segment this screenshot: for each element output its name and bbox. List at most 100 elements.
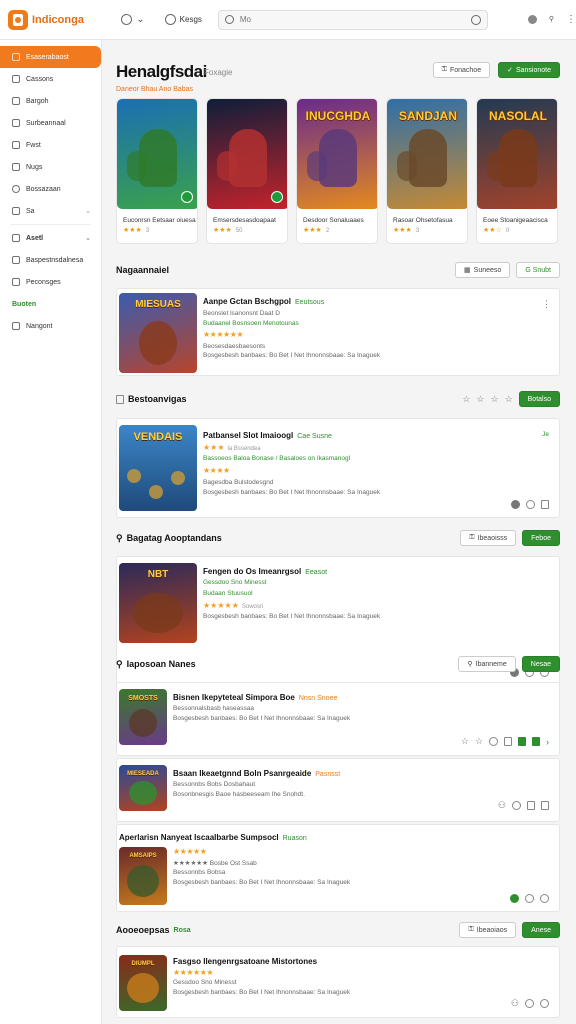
item-badge: Je <box>542 431 549 438</box>
list-item[interactable]: SMOSTS Bisnen Ikepyteteal Simpora Boe Nns… <box>116 682 560 756</box>
settings-icon <box>12 207 20 215</box>
settings-icon[interactable] <box>526 500 535 509</box>
featured-game-card[interactable]: Euconrsn Eetsaar oiuesa ★★★ 3 <box>116 98 198 244</box>
star-icon[interactable]: ☆ <box>462 394 470 405</box>
list-item[interactable]: VENDAIS Patbansel Slot Imaioogl Cae Susne… <box>116 418 560 518</box>
sidebar-item-label: Nugs <box>26 163 43 171</box>
sidebar-item-11[interactable]: Peconsges <box>0 271 101 293</box>
button-label: Ibeaoiaos <box>476 926 508 934</box>
primary-action-label: Sansionote <box>515 66 551 74</box>
item-actions <box>510 894 549 903</box>
item-title: Aanpe Gctan Bschgpol Eeutsous <box>203 297 325 306</box>
nav-search-dropdown[interactable]: ⌄ <box>121 14 145 25</box>
item-description: Bosonbnesgis Baoe hasbeeseam Ihe Snohdt. <box>173 791 305 798</box>
toggle-icon[interactable] <box>510 894 519 903</box>
sidebar-item-9[interactable]: Asetl ⌄ <box>0 227 101 249</box>
sidebar-item-home[interactable]: Esaserabaost <box>0 46 101 68</box>
sidebar-item-10[interactable]: Baspestnsdalnesa <box>0 249 101 271</box>
item-tag: Ruason <box>282 835 307 842</box>
section-filter-button[interactable]: ⚿ Ibeaoiaos <box>459 922 517 938</box>
sidebar-item-6[interactable]: Nugs <box>0 156 101 178</box>
star-icon[interactable]: ☆ <box>461 736 469 747</box>
sidebar-item-13[interactable]: Nangont <box>0 315 101 337</box>
game-thumbnail: MIESUAS <box>119 293 197 373</box>
gamepad-icon[interactable]: ⚇ <box>498 800 506 811</box>
card-rating: ★★★ 2 <box>303 227 330 234</box>
sidebar-item-2[interactable]: Cassons <box>0 68 101 90</box>
section-title: Bestoanvigas <box>116 394 187 404</box>
item-description: Bosgesbesh banbaes: Bo Bet I Net Ihnonns… <box>173 989 351 996</box>
star-icon[interactable]: ☆ <box>505 394 513 405</box>
search-bar[interactable] <box>217 9 488 30</box>
item-actions: ☆ ☆ › <box>461 736 549 747</box>
section-filter-button[interactable]: ⚲ Ibanneme <box>458 656 516 672</box>
copy-icon[interactable] <box>541 500 549 509</box>
sidebar-item-5[interactable]: Fwst <box>0 134 101 156</box>
featured-game-card[interactable]: Emsersdesasdoapaat ★★★ 50 <box>206 98 288 244</box>
section-header: ⚲ Bagatag Aooptandans ⚿ Ibeaoisss Feboe <box>116 530 560 546</box>
star-icon[interactable]: ☆ <box>476 394 484 405</box>
star-icon[interactable]: ☆ <box>490 394 498 405</box>
sidebar-item-12[interactable]: Buoten <box>0 293 101 315</box>
search-input[interactable] <box>239 15 465 24</box>
settings-icon[interactable] <box>525 894 534 903</box>
featured-game-card[interactable]: NASOLAL Eoee Stoanigeaacisca ★★☆ 0 <box>476 98 558 244</box>
featured-game-card[interactable]: SANDJAN Rasoar Ohsetofasua ★★★ 3 <box>386 98 468 244</box>
item-actions: ⚇ <box>498 800 549 811</box>
section-action-button[interactable]: Feboe <box>522 530 560 546</box>
chevron-right-icon[interactable]: › <box>546 737 549 747</box>
featured-carousel: Euconrsn Eetsaar oiuesa ★★★ 3 Emsersdesasdo… <box>116 98 558 244</box>
nav-search-label: Kesgs <box>179 15 202 24</box>
list-item[interactable]: MIESEADA Bsaan Ikeaetgnnd Boln Psanrgeai… <box>116 758 560 822</box>
sidebar-item-4[interactable]: Surbeannaal <box>0 112 101 134</box>
thumbnail-figure <box>171 471 185 485</box>
section-filter-button[interactable]: ▦ Suneeso <box>455 262 511 278</box>
featured-game-card[interactable]: INUCGHDA Desdoor Sonaluaaes ★★★ 2 <box>296 98 378 244</box>
copy-icon[interactable] <box>504 737 512 746</box>
copy-icon[interactable] <box>527 801 535 810</box>
settings-icon[interactable] <box>525 999 534 1008</box>
thumbnail-art-title: DIUMPL <box>131 961 155 967</box>
card-title: Eoee Stoanigeaacisca <box>483 217 548 224</box>
list-item[interactable]: MIESUAS Aanpe Gctan Bschgpol Eeutsous Beo… <box>116 288 560 376</box>
list-item[interactable]: DIUMPL Fasgso Ilengenrgsatoane Mistorton… <box>116 946 560 1018</box>
nav-search-link[interactable]: Kesgs <box>164 14 202 25</box>
app-logo[interactable]: Indiconga <box>8 9 99 30</box>
primary-action-button[interactable]: ✓ Sansionote <box>498 62 560 78</box>
sidebar-item-3[interactable]: Bargoh <box>0 90 101 112</box>
grid-icon[interactable] <box>518 737 526 746</box>
item-meta: Bessonnbs Bobs Dosbahaut <box>173 781 256 788</box>
sidebar-item-7[interactable]: Bossazaan <box>0 178 101 200</box>
gamepad-icon[interactable]: ⚇ <box>511 998 519 1009</box>
section-action-button[interactable]: Botalso <box>518 391 560 407</box>
rating-count: 50 <box>235 228 243 234</box>
filter-button[interactable]: ⚿ Fonachoe <box>432 62 491 78</box>
mic-icon[interactable] <box>470 14 481 25</box>
item-meta: ★★★★★★ Bosbe Ost Ssab <box>173 860 257 867</box>
trash-icon[interactable] <box>541 801 549 810</box>
toggle-icon[interactable] <box>511 500 520 509</box>
star-icon[interactable]: ☆ <box>475 736 483 747</box>
checkbox-icon[interactable] <box>116 394 124 404</box>
section-action-button[interactable]: Nesae <box>521 656 560 672</box>
info-icon[interactable] <box>540 894 549 903</box>
settings-icon[interactable] <box>512 801 521 810</box>
section-new-button[interactable]: G Snubt <box>516 262 560 278</box>
section-action-button[interactable]: Anese <box>522 922 560 938</box>
item-menu[interactable]: ⋮ <box>542 299 551 310</box>
chevron-down-icon: ⌄ <box>85 208 91 215</box>
item-title: Patbansel Slot Imaioogl Cae Susne <box>203 431 332 440</box>
check-icon[interactable] <box>532 737 540 746</box>
list-item[interactable]: AMSAIPS Aperlarisn Nanyeat Iscaalbarbe S… <box>116 824 560 912</box>
info-icon[interactable] <box>540 999 549 1008</box>
item-meta: Beonslet lsanonsnt Daat D <box>203 310 280 317</box>
notifications-button[interactable] <box>527 15 537 24</box>
more-button[interactable]: ⋮ <box>566 14 576 25</box>
item-description: Bosgesbesh banbaes: Bo Bet I Net Ihnonns… <box>203 613 381 620</box>
cover-figure <box>217 151 237 181</box>
tag-icon <box>12 163 20 171</box>
section-filter-button[interactable]: ⚿ Ibeaoisss <box>460 530 517 546</box>
sidebar-item-8[interactable]: Sa ⌄ <box>0 200 101 222</box>
settings-icon[interactable] <box>489 737 498 746</box>
account-button[interactable]: ⚲ <box>549 16 554 23</box>
